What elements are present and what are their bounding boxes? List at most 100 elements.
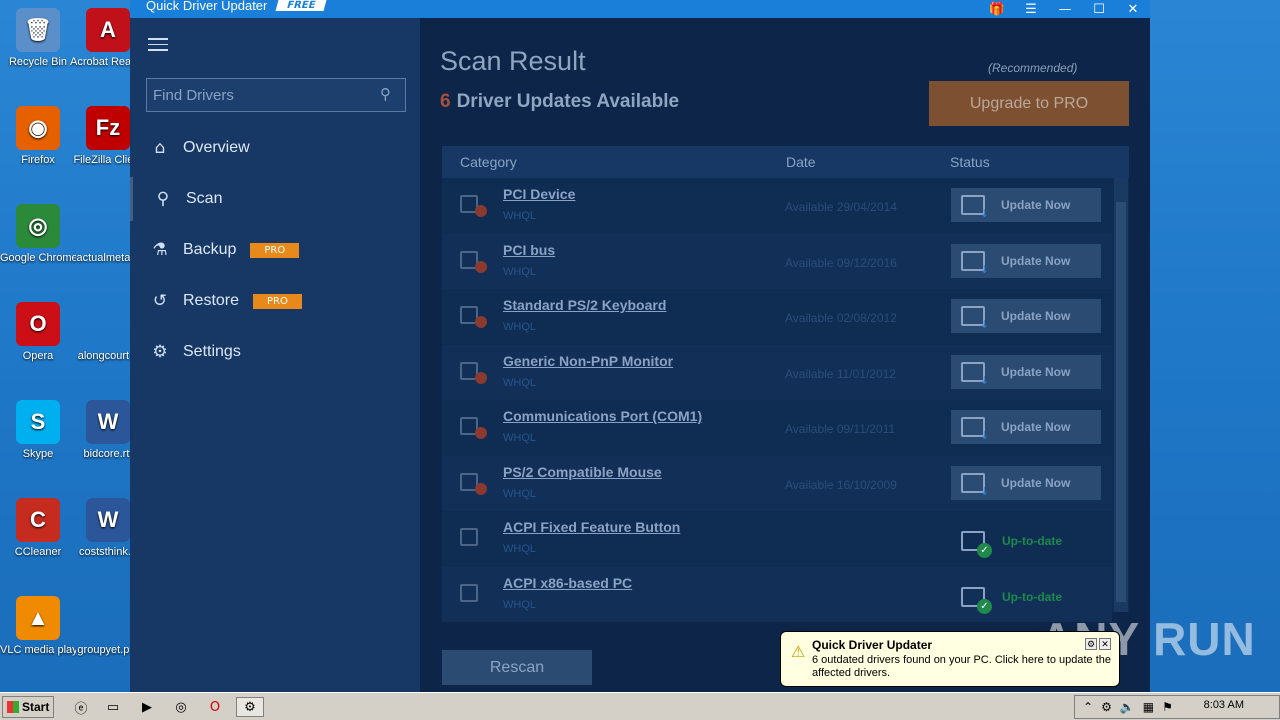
driver-name-link[interactable]: PS/2 Compatible Mouse	[503, 464, 662, 480]
driver-name-link[interactable]: ACPI Fixed Feature Button	[503, 519, 680, 535]
close-icon[interactable]: ✕	[1099, 638, 1111, 650]
driver-name-link[interactable]: ACPI x86-based PC	[503, 575, 632, 591]
scan-icon: ⚲	[156, 189, 170, 209]
up-to-date-status: Up-to-date	[961, 586, 1062, 614]
update-now-button[interactable]: Update Now	[951, 410, 1101, 444]
table-row: PS/2 Compatible Mouse WHQL Available 16/10…	[442, 455, 1112, 511]
table-header: Category Date Status	[442, 146, 1129, 178]
driver-name-link[interactable]: PCI Device	[503, 186, 575, 202]
table-row: PCI Device WHQL Available 29/04/2014 Update…	[442, 178, 1112, 233]
desktop-icon-image: ▲	[16, 596, 60, 640]
table-scrollbar[interactable]	[1114, 178, 1128, 612]
driver-name-link[interactable]: Communications Port (COM1)	[503, 408, 702, 424]
alert-icon	[475, 371, 487, 384]
desktop-icon[interactable]: ◉ Firefox	[0, 106, 76, 167]
sidebar-item-restore[interactable]: ↺ Restore PRO	[130, 279, 420, 323]
whql-label: WHQL	[503, 321, 536, 333]
desktop-icon[interactable]: 🗑 Recycle Bin	[0, 8, 76, 69]
sidebar-item-settings[interactable]: ⚙ Settings	[130, 330, 420, 374]
driver-name-link[interactable]: PCI bus	[503, 242, 555, 258]
column-date: Date	[786, 154, 816, 170]
driver-tray-icon[interactable]: ⚙	[1101, 700, 1112, 714]
clock: 8:03 AM	[1203, 699, 1244, 711]
driver-name-link[interactable]: Standard PS/2 Keyboard	[503, 297, 666, 313]
desktop-icon-image	[86, 302, 130, 346]
rescan-button[interactable]: Rescan	[442, 650, 592, 685]
chrome-icon[interactable]: ◎	[170, 697, 192, 717]
maximize-button[interactable]: ☐	[1082, 0, 1116, 18]
search-input[interactable]: Find Drivers ⚲	[146, 78, 406, 112]
driver-name-link[interactable]: Generic Non-PnP Monitor	[503, 353, 673, 369]
opera-icon[interactable]: O	[204, 697, 226, 717]
settings-icon[interactable]: ⚙	[1085, 638, 1097, 650]
flag-icon[interactable]: ⚑	[1162, 700, 1173, 714]
update-now-button[interactable]: Update Now	[951, 299, 1101, 333]
free-badge: FREE	[275, 0, 328, 11]
update-now-button[interactable]: Update Now	[951, 243, 1101, 278]
alert-icon	[475, 205, 487, 217]
ie-icon[interactable]: ⓔ	[70, 697, 92, 717]
home-icon: ⌂	[154, 138, 166, 158]
search-icon[interactable]: ⚲	[380, 85, 391, 103]
update-now-button[interactable]: Update Now	[951, 465, 1101, 500]
update-now-button[interactable]: Update Now	[951, 188, 1101, 222]
explorer-icon[interactable]: ▭	[102, 697, 124, 717]
gift-icon[interactable]: 🎁	[980, 0, 1014, 18]
driver-table: Category Date Status PCI Device WHQL Avail…	[442, 146, 1129, 622]
updates-label: Driver Updates Available	[456, 91, 680, 112]
download-icon	[961, 250, 989, 276]
table-row: ACPI x86-based PC WHQL Up-to-date	[442, 566, 1112, 622]
desktop-icon-image: Fz	[86, 106, 130, 150]
driver-date: Available 29/04/2014	[785, 200, 897, 214]
start-button[interactable]: Start	[2, 696, 54, 718]
device-icon	[460, 580, 486, 606]
desktop-icon-label: Skype	[22, 448, 54, 460]
sidebar-item-overview[interactable]: ⌂ Overview	[130, 126, 420, 170]
tray-expand-icon[interactable]: ⌃	[1083, 700, 1093, 714]
network-icon[interactable]: ▦	[1143, 700, 1154, 714]
desktop-icon-image: W	[86, 400, 130, 444]
desktop-icon-label: Firefox	[21, 154, 55, 166]
desktop-icon-image: ◎	[16, 204, 60, 248]
device-icon	[460, 413, 487, 439]
desktop-icon[interactable]: C CCleaner	[0, 498, 76, 559]
update-now-label: Update Now	[1001, 364, 1071, 379]
desktop-icon-image: ◉	[16, 106, 60, 150]
update-now-label: Update Now	[1001, 253, 1071, 268]
device-icon	[460, 524, 486, 550]
sidebar-item-label: Restore	[183, 292, 240, 309]
desktop-icon[interactable]: O Opera	[0, 302, 76, 363]
minimize-button[interactable]: —	[1048, 0, 1082, 18]
quick-driver-updater-taskbar-icon[interactable]: ⚙	[236, 697, 264, 717]
start-label: Start	[22, 700, 50, 714]
desktop-icon-label: VLC media player	[0, 644, 76, 656]
driver-date: Available 09/12/2016	[785, 255, 897, 270]
desktop-icon-label: Recycle Bin	[8, 56, 68, 68]
upgrade-pro-button[interactable]: Upgrade to PRO	[929, 81, 1129, 126]
desktop-icon[interactable]: ▲ VLC media player	[0, 596, 76, 657]
close-button[interactable]: ✕	[1116, 0, 1150, 18]
gear-icon: ⚙	[152, 342, 168, 362]
notification-balloon[interactable]: ⚠ Quick Driver Updater 6 outdated driver…	[780, 631, 1120, 687]
table-row: Generic Non-PnP Monitor WHQL Available 11/…	[442, 344, 1112, 400]
device-icon	[460, 358, 487, 384]
update-now-button[interactable]: Update Now	[951, 354, 1101, 389]
desktop-icon[interactable]: ◎ Google Chrome	[0, 204, 76, 265]
menu-icon[interactable]: ☰	[1014, 0, 1048, 18]
update-now-label: Update Now	[1001, 309, 1071, 323]
media-player-icon[interactable]: ▶	[136, 697, 158, 717]
device-icon	[460, 247, 487, 273]
hamburger-icon[interactable]	[148, 38, 168, 55]
scrollbar-thumb[interactable]	[1116, 202, 1126, 602]
sidebar-item-backup[interactable]: ⚗ Backup PRO	[130, 228, 420, 272]
desktop-icon[interactable]: S Skype	[0, 400, 76, 461]
check-icon	[961, 531, 992, 558]
download-icon	[961, 417, 989, 442]
restore-icon: ↺	[152, 291, 168, 311]
whql-label: WHQL	[503, 265, 536, 278]
desktop-icon-image	[86, 204, 130, 248]
sidebar-item-scan[interactable]: ⚲ Scan	[130, 177, 420, 221]
update-now-label: Update Now	[1001, 198, 1071, 212]
device-icon	[460, 191, 487, 217]
volume-icon[interactable]: 🔈	[1120, 700, 1135, 714]
